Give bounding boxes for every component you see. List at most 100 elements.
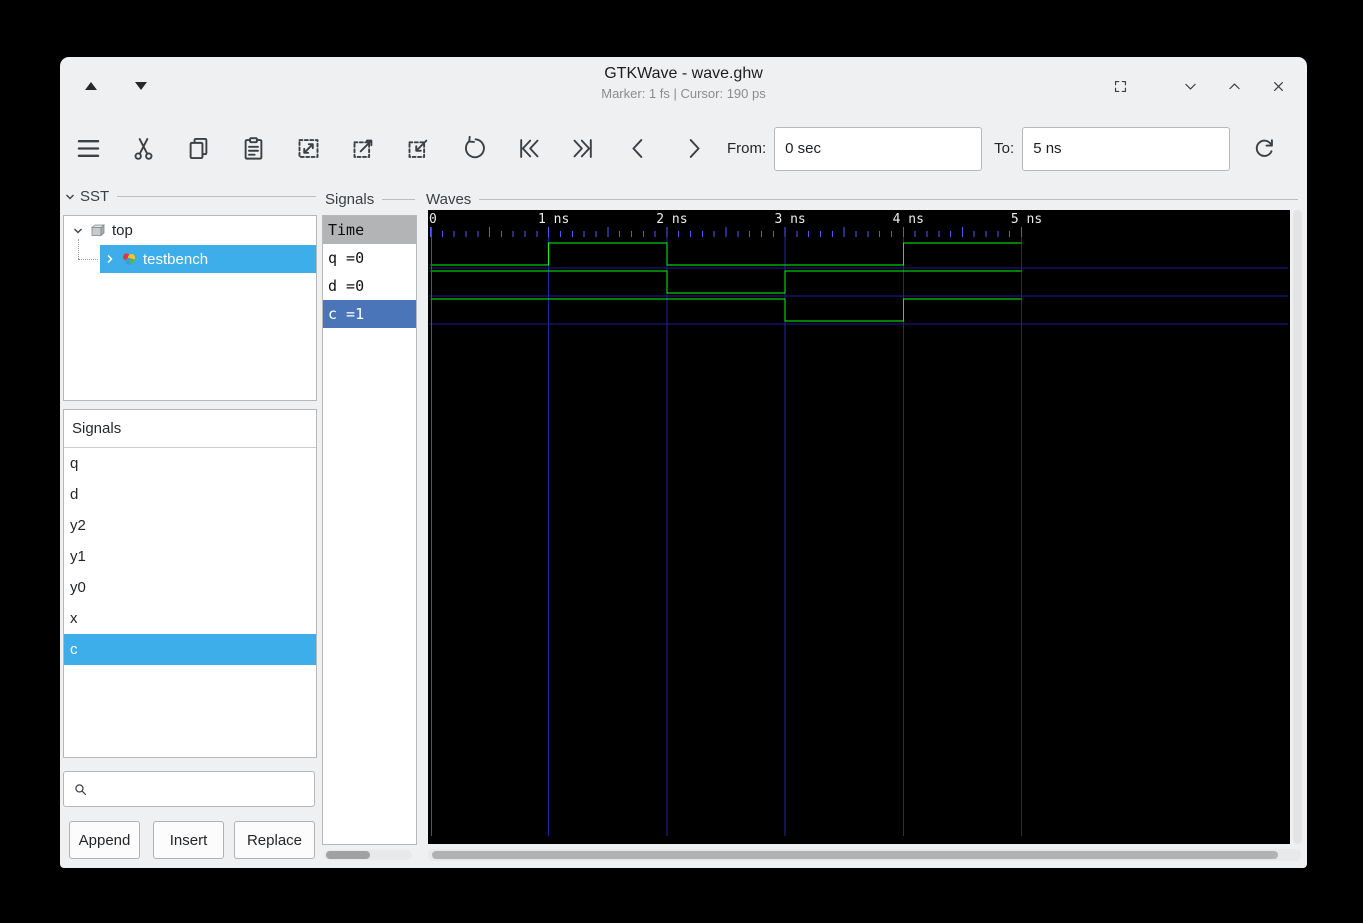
- to-end-button[interactable]: [563, 129, 603, 169]
- chevron-right-icon: [680, 135, 707, 162]
- waves-frame-label: Waves: [426, 191, 1298, 208]
- from-label: From:: [727, 140, 767, 157]
- paste-icon: [240, 135, 267, 162]
- menu-button[interactable]: [68, 129, 108, 169]
- zoom-fit-icon: [295, 135, 322, 162]
- chevron-right-icon: [104, 253, 116, 265]
- tree-item-selection[interactable]: testbench: [100, 245, 316, 273]
- maximize-button[interactable]: [1223, 75, 1245, 97]
- copy-icon: [185, 135, 212, 162]
- scrollbar-thumb[interactable]: [326, 851, 370, 859]
- signal-item-y2[interactable]: y2: [64, 510, 316, 541]
- menu-icon: [75, 135, 102, 162]
- waves-vscrollbar[interactable]: [1293, 210, 1302, 844]
- tree-item-label: testbench: [143, 250, 209, 268]
- sst-title: SST: [80, 188, 110, 205]
- tree-item-label: top: [112, 222, 133, 239]
- close-icon: [1270, 78, 1287, 95]
- fullscreen-button[interactable]: [1109, 75, 1131, 97]
- sst-signals-header: Signals: [64, 410, 316, 448]
- svg-text:1 ns: 1 ns: [538, 212, 569, 227]
- cut-button[interactable]: [123, 129, 163, 169]
- wave-signal-rows: q =0 d =0 c =1: [323, 244, 416, 328]
- wave-signal-row[interactable]: q =0: [323, 244, 416, 272]
- svg-text:5 ns: 5 ns: [1011, 212, 1042, 227]
- to-label: To:: [994, 140, 1015, 157]
- triangle-up-icon: [85, 82, 97, 90]
- search-icon: [72, 781, 89, 798]
- zoom-out-button[interactable]: [343, 129, 383, 169]
- module-icon: [121, 251, 137, 267]
- copy-button[interactable]: [178, 129, 218, 169]
- skip-start-icon: [515, 135, 542, 162]
- toolbar-icons: [68, 129, 713, 169]
- maximize-icon: [1226, 78, 1243, 95]
- zoom-in-icon: [405, 135, 432, 162]
- search-input[interactable]: [95, 779, 314, 799]
- wave-signal-row[interactable]: d =0: [323, 272, 416, 300]
- tree-guide: [78, 239, 79, 259]
- close-button[interactable]: [1267, 75, 1289, 97]
- tree-item-top[interactable]: top: [64, 216, 316, 245]
- replace-button[interactable]: Replace: [234, 821, 315, 859]
- titlebar[interactable]: GTKWave - wave.ghw Marker: 1 fs | Cursor…: [60, 57, 1307, 115]
- tree-item-testbench[interactable]: testbench: [64, 239, 316, 274]
- sst-frame-label[interactable]: SST: [64, 188, 316, 205]
- triangle-down-icon: [135, 82, 147, 90]
- signals-hscrollbar[interactable]: [324, 850, 412, 860]
- desktop-background: GTKWave - wave.ghw Marker: 1 fs | Cursor…: [0, 0, 1363, 923]
- undo-button[interactable]: [453, 129, 493, 169]
- scrollbar-thumb[interactable]: [432, 851, 1278, 859]
- zoom-fit-button[interactable]: [288, 129, 328, 169]
- sst-signal-list: q d y2 y1 y0 x c: [64, 448, 316, 665]
- step-forward-button[interactable]: [673, 129, 713, 169]
- signal-item-x[interactable]: x: [64, 603, 316, 634]
- waves-hscrollbar[interactable]: [428, 849, 1301, 861]
- reload-button[interactable]: [1244, 129, 1284, 169]
- signal-item-y0[interactable]: y0: [64, 572, 316, 603]
- sst-button-row: Append Insert Replace: [63, 821, 315, 859]
- signal-item-d[interactable]: d: [64, 479, 316, 510]
- append-button[interactable]: Append: [69, 821, 140, 859]
- sst-tree: top testbench: [63, 215, 317, 401]
- svg-text:3 ns: 3 ns: [774, 212, 805, 227]
- chevron-left-icon: [625, 135, 652, 162]
- to-input[interactable]: [1022, 126, 1231, 171]
- step-back-button[interactable]: [618, 129, 658, 169]
- signals-frame-label: Signals: [325, 191, 415, 208]
- sst-signals-box: Signals q d y2 y1 y0 x c: [63, 409, 317, 758]
- divider: [382, 199, 415, 200]
- signal-item-q[interactable]: q: [64, 448, 316, 479]
- minimize-button[interactable]: [1179, 75, 1201, 97]
- titlebar-up-arrow-button[interactable]: [80, 75, 102, 97]
- svg-text:2 ns: 2 ns: [656, 212, 687, 227]
- zoom-in-button[interactable]: [398, 129, 438, 169]
- titlebar-down-arrow-button[interactable]: [130, 75, 152, 97]
- wave-signal-row[interactable]: c =1: [323, 300, 416, 328]
- signals-panel-title: Signals: [325, 191, 375, 208]
- titlebar-left-arrows: [80, 57, 152, 115]
- insert-button[interactable]: Insert: [153, 821, 224, 859]
- cut-icon: [130, 135, 157, 162]
- fullscreen-icon: [1112, 78, 1129, 95]
- wave-canvas[interactable]: 0 1 ns 2 ns 3 ns 4 ns 5 ns: [428, 210, 1290, 844]
- paste-button[interactable]: [233, 129, 273, 169]
- time-header[interactable]: Time: [323, 216, 416, 244]
- waves-panel-title: Waves: [426, 191, 472, 208]
- signal-search-field[interactable]: [63, 771, 315, 807]
- to-start-button[interactable]: [508, 129, 548, 169]
- tree-guide: [78, 259, 98, 260]
- signals-panel: Time q =0 d =0 c =1: [322, 215, 417, 845]
- from-input[interactable]: [774, 126, 983, 171]
- minimize-icon: [1182, 78, 1199, 95]
- chevron-down-icon: [64, 191, 76, 203]
- skip-end-icon: [570, 135, 597, 162]
- main-toolbar: From: To:: [60, 115, 1307, 182]
- gtkwave-window: GTKWave - wave.ghw Marker: 1 fs | Cursor…: [60, 57, 1307, 868]
- zoom-out-icon: [350, 135, 377, 162]
- svg-text:0: 0: [429, 212, 437, 227]
- signal-item-y1[interactable]: y1: [64, 541, 316, 572]
- main-content: SST top testbench Signals q d y2 y1 y0 x c Appe…: [60, 182, 1307, 868]
- signal-item-c[interactable]: c: [64, 634, 316, 665]
- chevron-down-icon: [72, 225, 84, 237]
